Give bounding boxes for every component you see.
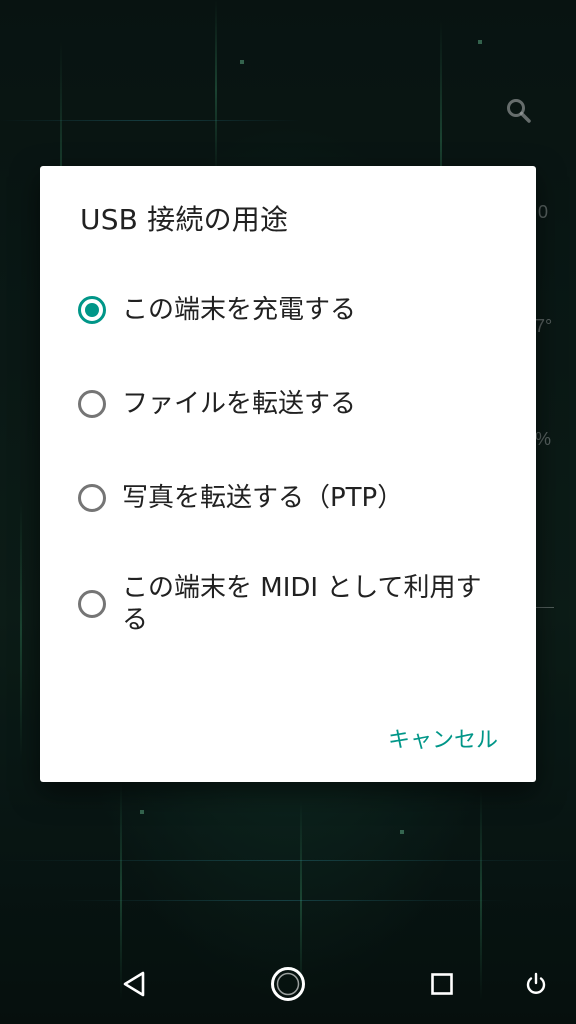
option-label: 写真を転送する（PTP） [122,483,404,513]
radio-button[interactable] [78,590,106,618]
option-photo-transfer-ptp[interactable]: 写真を転送する（PTP） [78,482,508,514]
radio-button[interactable] [78,390,106,418]
radio-button[interactable] [78,484,106,512]
cancel-button[interactable]: キャンセル [388,722,498,754]
phone-screen: 0 7° % USB 接続の用途 この端末を充電する ファイルを転送する 写真を… [0,0,576,1024]
option-label: この端末を MIDI として利用する [122,573,482,635]
power-icon [525,972,547,1000]
option-charge[interactable]: この端末を充電する [78,294,508,326]
power-button[interactable] [512,948,560,1024]
radio-button-selected[interactable] [78,296,106,324]
option-file-transfer[interactable]: ファイルを転送する [78,388,508,420]
recents-icon [430,972,454,1000]
recents-button[interactable] [412,948,472,1024]
option-label: ファイルを転送する [122,389,357,419]
home-icon [269,965,307,1007]
navigation-bar [0,948,576,1024]
option-label: この端末を充電する [122,295,357,325]
dialog-title: USB 接続の用途 [80,203,289,236]
back-icon [121,970,147,1002]
option-midi[interactable]: この端末を MIDI として利用する [78,572,508,636]
usb-mode-dialog: USB 接続の用途 この端末を充電する ファイルを転送する 写真を転送する（PT… [40,166,536,782]
back-button[interactable] [104,948,164,1024]
home-button[interactable] [256,948,320,1024]
